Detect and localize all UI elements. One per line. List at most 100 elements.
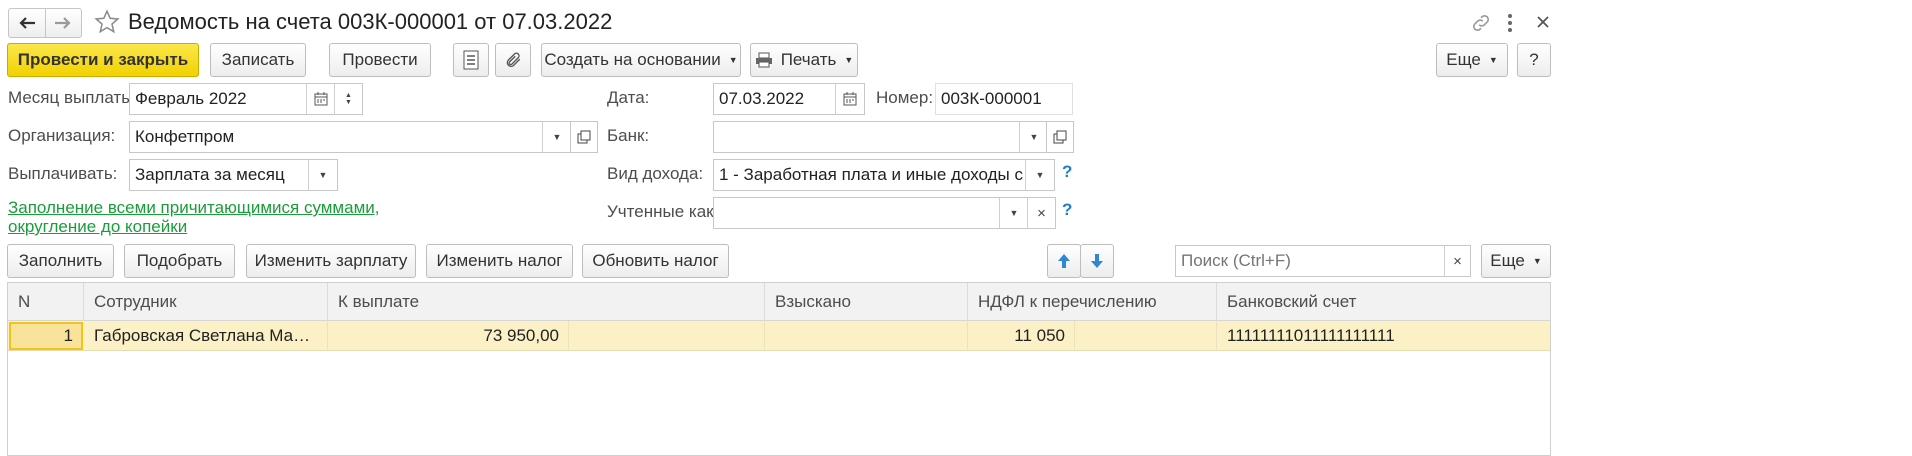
number-field[interactable]: 003К-000001 bbox=[935, 83, 1073, 115]
nav-back-forward bbox=[8, 8, 82, 38]
more-label: Еще bbox=[1446, 50, 1481, 69]
attach-file-button[interactable] bbox=[495, 43, 531, 77]
date-field[interactable]: 07.03.2022 bbox=[713, 83, 865, 115]
month-label: Месяц выплаты: bbox=[8, 88, 139, 107]
column-header-withheld[interactable]: Взыскано bbox=[765, 283, 968, 321]
org-value: Конфетпром bbox=[135, 127, 235, 146]
bank-field[interactable]: ▼ bbox=[713, 121, 1049, 153]
favorite-star-icon[interactable] bbox=[94, 9, 120, 35]
clear-icon[interactable]: × bbox=[1027, 198, 1055, 228]
calendar-icon bbox=[843, 92, 857, 106]
cell-employee-value: Габровская Светлана Марковна bbox=[94, 325, 318, 345]
update-tax-button[interactable]: Обновить налог bbox=[582, 244, 729, 278]
print-button[interactable]: Печать ▼ bbox=[750, 43, 858, 77]
spin-up-icon[interactable]: ▲ bbox=[345, 92, 352, 99]
open-window-icon bbox=[577, 130, 591, 144]
cell-ndfl-extra[interactable] bbox=[1075, 321, 1217, 350]
org-label: Организация: bbox=[8, 126, 116, 145]
move-down-button[interactable] bbox=[1080, 244, 1114, 278]
search-field[interactable]: × bbox=[1175, 245, 1471, 277]
cell-account-value: 11111111011111111111 bbox=[1227, 325, 1395, 345]
calendar-button[interactable] bbox=[835, 84, 864, 114]
table-row[interactable]: 1 Габровская Светлана Марковна 73 950,00… bbox=[8, 321, 1550, 351]
help-button[interactable]: ? bbox=[1517, 43, 1551, 77]
open-window-icon bbox=[1053, 130, 1067, 144]
column-header-ndfl[interactable]: НДФЛ к перечислению bbox=[968, 283, 1217, 321]
pay-label: Выплачивать: bbox=[8, 164, 118, 183]
more-vertical-icon[interactable] bbox=[1503, 11, 1517, 35]
column-header-n[interactable]: N bbox=[8, 283, 84, 321]
cell-to-pay-value: 73 950,00 bbox=[483, 325, 559, 345]
dropdown-arrow-icon[interactable]: ▼ bbox=[1025, 160, 1054, 190]
cell-to-pay[interactable]: 73 950,00 bbox=[328, 321, 569, 350]
more-button[interactable]: Еще ▼ bbox=[1436, 43, 1508, 77]
create-based-on-label: Создать на основании bbox=[544, 50, 721, 69]
dropdown-arrow-icon[interactable]: ▼ bbox=[308, 160, 337, 190]
column-header-account[interactable]: Банковский счет bbox=[1217, 283, 1550, 321]
fill-settings-link[interactable]: Заполнение всеми причитающимися суммами,… bbox=[8, 198, 468, 236]
dropdown-arrow-icon[interactable]: ▼ bbox=[1019, 122, 1048, 152]
number-value: 003К-000001 bbox=[941, 89, 1042, 108]
print-label: Печать bbox=[780, 50, 837, 69]
month-value: Февраль 2022 bbox=[135, 89, 247, 108]
post-button[interactable]: Провести bbox=[329, 43, 431, 77]
create-based-on-button[interactable]: Создать на основании ▼ bbox=[541, 43, 741, 77]
search-input[interactable] bbox=[1181, 251, 1436, 271]
dropdown-arrow-icon: ▼ bbox=[1532, 256, 1542, 266]
income-help-icon[interactable]: ? bbox=[1062, 162, 1072, 182]
column-header-to-pay[interactable]: К выплате bbox=[328, 283, 765, 321]
accounted-help-icon[interactable]: ? bbox=[1062, 200, 1072, 220]
dropdown-arrow-icon: ▼ bbox=[1488, 55, 1498, 65]
calendar-icon bbox=[314, 92, 328, 106]
pick-button[interactable]: Подобрать bbox=[124, 244, 235, 278]
income-value: 1 - Заработная плата и иные доходы с огр… bbox=[719, 165, 1024, 184]
cell-to-pay-extra[interactable] bbox=[569, 321, 765, 350]
table-more-button[interactable]: Еще ▼ bbox=[1481, 244, 1551, 278]
payments-table: N Сотрудник К выплате Взыскано НДФЛ к пе… bbox=[7, 282, 1551, 456]
change-tax-button[interactable]: Изменить налог bbox=[426, 244, 573, 278]
cell-employee[interactable]: Габровская Светлана Марковна bbox=[84, 321, 328, 350]
dropdown-arrow-icon[interactable]: ▼ bbox=[542, 122, 571, 152]
arrow-up-icon bbox=[1058, 254, 1070, 268]
org-field[interactable]: Конфетпром ▼ bbox=[129, 121, 572, 153]
arrow-right-icon bbox=[55, 17, 71, 29]
close-icon[interactable] bbox=[1532, 11, 1554, 33]
pay-field[interactable]: Зарплата за месяц ▼ bbox=[129, 159, 338, 191]
move-up-button[interactable] bbox=[1047, 244, 1081, 278]
dropdown-arrow-icon: ▼ bbox=[844, 55, 854, 65]
pay-value: Зарплата за месяц bbox=[135, 165, 285, 184]
column-header-employee[interactable]: Сотрудник bbox=[84, 283, 328, 321]
month-spin-button[interactable]: ▲ ▼ bbox=[334, 84, 362, 114]
table-more-label: Еще bbox=[1490, 251, 1525, 270]
printer-icon bbox=[755, 52, 772, 68]
save-button[interactable]: Записать bbox=[210, 43, 306, 77]
month-field[interactable]: Февраль 2022 ▲ ▼ bbox=[129, 83, 363, 115]
date-label: Дата: bbox=[607, 88, 650, 107]
date-value: 07.03.2022 bbox=[719, 89, 805, 108]
forward-button[interactable] bbox=[46, 9, 82, 37]
accounted-label: Учтенные как: bbox=[607, 202, 719, 221]
accounted-field[interactable]: ▼ × bbox=[713, 197, 1056, 229]
dropdown-arrow-icon[interactable]: ▼ bbox=[999, 198, 1028, 228]
income-label: Вид дохода: bbox=[607, 164, 704, 183]
income-field[interactable]: 1 - Заработная плата и иные доходы с огр… bbox=[713, 159, 1055, 191]
search-clear-icon[interactable]: × bbox=[1444, 246, 1470, 276]
calendar-button[interactable] bbox=[306, 84, 335, 114]
link-icon[interactable] bbox=[1470, 12, 1492, 34]
cell-withheld[interactable] bbox=[765, 321, 968, 350]
change-salary-button[interactable]: Изменить зарплату bbox=[246, 244, 416, 278]
fill-button[interactable]: Заполнить bbox=[7, 244, 114, 278]
cell-n[interactable]: 1 bbox=[9, 322, 83, 350]
cell-ndfl[interactable]: 11 050 bbox=[968, 321, 1075, 350]
document-list-icon bbox=[463, 50, 479, 70]
org-open-button[interactable] bbox=[570, 121, 598, 153]
cell-ndfl-value: 11 050 bbox=[1014, 325, 1065, 345]
back-button[interactable] bbox=[9, 9, 46, 37]
post-and-close-button[interactable]: Провести и закрыть bbox=[7, 43, 199, 77]
number-label: Номер: bbox=[876, 88, 934, 107]
cell-account[interactable]: 11111111011111111111 bbox=[1217, 321, 1550, 350]
bank-open-button[interactable] bbox=[1046, 121, 1074, 153]
window-title: Ведомость на счета 003К-000001 от 07.03.… bbox=[128, 9, 613, 34]
spin-down-icon[interactable]: ▼ bbox=[345, 99, 352, 106]
report-list-button[interactable] bbox=[453, 43, 489, 77]
